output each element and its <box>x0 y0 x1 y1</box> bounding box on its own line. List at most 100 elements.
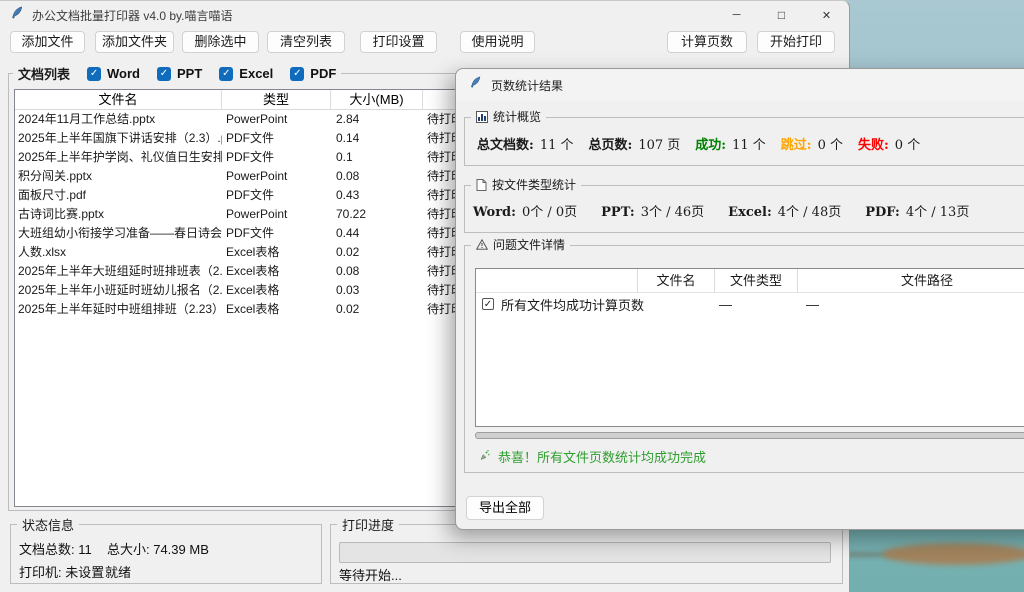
file-size: 2.84 <box>331 110 423 129</box>
column-header-filename[interactable]: 文件名 <box>15 90 222 109</box>
file-name: 2025年上半年延时中班组排班（2.23） <box>15 300 222 319</box>
bar-chart-icon <box>476 111 488 123</box>
stat-ppt: PPT:3个 / 46页 <box>601 201 704 220</box>
delete-selected-button[interactable]: 删除选中 <box>182 31 259 53</box>
problem-row-path: — <box>806 297 819 312</box>
stat-total-pages: 总页数:107 页 <box>589 134 681 153</box>
stat-skipped: 跳过:0 个 <box>781 134 843 153</box>
file-type: PDF文件 <box>222 148 331 167</box>
column-header-filepath[interactable]: 文件路径 <box>798 269 1024 293</box>
problem-row[interactable]: ✓ 所有文件均成功计算页数 — — <box>476 293 1024 315</box>
column-header-type[interactable]: 类型 <box>222 90 331 109</box>
excel-checkbox-checked-icon[interactable]: ✓ <box>219 67 233 81</box>
ppt-checkbox-checked-icon[interactable]: ✓ <box>157 67 171 81</box>
word-checkbox-checked-icon[interactable]: ✓ <box>87 67 101 81</box>
add-folder-button[interactable]: 添加文件夹 <box>95 31 174 53</box>
problem-files-title: 问题文件详情 <box>493 236 565 253</box>
print-settings-button[interactable]: 打印设置 <box>360 31 437 53</box>
stat-pdf: PDF:4个 / 13页 <box>865 201 969 220</box>
close-button[interactable]: ✕ <box>804 1 849 29</box>
column-header-filename[interactable]: 文件名 <box>638 269 715 293</box>
file-name: 人数.xlsx <box>15 243 222 262</box>
by-type-group-label: 按文件类型统计 <box>471 176 581 193</box>
overview-group-label: 统计概览 <box>471 108 546 125</box>
add-files-button[interactable]: 添加文件 <box>10 31 85 53</box>
problem-row-checkbox-checked-icon[interactable]: ✓ <box>482 298 494 310</box>
file-size: 0.03 <box>331 281 423 300</box>
overview-title: 统计概览 <box>493 108 541 125</box>
clear-list-button[interactable]: 清空列表 <box>267 31 345 53</box>
pdf-checkbox-checked-icon[interactable]: ✓ <box>290 67 304 81</box>
horizontal-scrollbar[interactable] <box>475 432 1024 439</box>
count-pages-button[interactable]: 计算页数 <box>667 31 747 53</box>
filter-ppt-label: PPT <box>177 66 202 81</box>
stat-excel: Excel:4个 / 48页 <box>728 201 841 220</box>
file-name: 2025年上半年国旗下讲话安排（2.3）.p <box>15 129 222 148</box>
success-message: 恭喜！所有文件页数统计均成功完成 <box>479 447 706 466</box>
file-type: Excel表格 <box>222 262 331 281</box>
problem-files-group: 问题文件详情 文件名 文件类型 文件路径 ✓ 所有文件均成功计算页数 — — 恭… <box>464 245 1024 473</box>
filter-word[interactable]: ✓ Word <box>87 66 140 81</box>
stat-failed: 失败:0 个 <box>858 134 920 153</box>
help-button[interactable]: 使用说明 <box>460 31 535 53</box>
file-size: 0.08 <box>331 262 423 281</box>
maximize-button[interactable]: □ <box>759 1 804 29</box>
overview-group: 统计概览 总文档数:11 个 总页数:107 页 成功:11 个 跳过:0 个 … <box>464 117 1024 166</box>
page-count-dialog: 页数统计结果 统计概览 总文档数:11 个 总页数:107 页 成功:11 个 … <box>455 68 1024 530</box>
stat-total-docs: 总文档数:11 个 <box>477 134 574 153</box>
printer-text: 打印机: 未设置 <box>19 562 104 581</box>
problem-files-group-label: 问题文件详情 <box>471 236 570 253</box>
document-list-group-label: 文档列表 ✓ Word ✓ PPT ✓ Excel ✓ PDF <box>13 64 341 83</box>
file-type: Excel表格 <box>222 281 331 300</box>
file-size: 0.02 <box>331 243 423 262</box>
document-icon <box>476 179 487 191</box>
problem-row-name: 所有文件均成功计算页数 <box>501 295 644 314</box>
dialog-title: 页数统计结果 <box>491 77 563 94</box>
print-progress-group: 打印进度 等待开始... <box>330 524 843 584</box>
filter-excel-label: Excel <box>239 66 273 81</box>
minimize-button[interactable]: ─ <box>714 1 759 29</box>
file-type: PowerPoint <box>222 110 331 129</box>
by-type-title: 按文件类型统计 <box>492 176 576 193</box>
celebrate-icon <box>479 449 491 464</box>
file-size: 0.08 <box>331 167 423 186</box>
wallpaper-reed-island <box>882 543 1024 565</box>
file-type: PDF文件 <box>222 224 331 243</box>
column-header-filetype[interactable]: 文件类型 <box>715 269 798 293</box>
file-name: 2025年上半年大班组延时班排班表（2.2 <box>15 262 222 281</box>
file-name: 古诗词比赛.pptx <box>15 205 222 224</box>
filter-excel[interactable]: ✓ Excel <box>219 66 273 81</box>
start-print-button[interactable]: 开始打印 <box>757 31 835 53</box>
problem-table-header: 文件名 文件类型 文件路径 <box>476 269 1024 293</box>
caption-buttons: ─ □ ✕ <box>714 1 849 29</box>
file-type: PowerPoint <box>222 205 331 224</box>
file-size: 0.44 <box>331 224 423 243</box>
file-name: 积分闯关.pptx <box>15 167 222 186</box>
column-header-tree[interactable] <box>476 269 638 293</box>
total-size-text: 总大小: 74.39 MB <box>107 539 209 558</box>
filter-ppt[interactable]: ✓ PPT <box>157 66 202 81</box>
doc-total-text: 文档总数: 11 <box>19 539 92 558</box>
filter-pdf-label: PDF <box>310 66 336 81</box>
file-name: 2025年上半年护学岗、礼仪值日生安排 <box>15 148 222 167</box>
document-list-title: 文档列表 <box>18 64 70 83</box>
filter-pdf[interactable]: ✓ PDF <box>290 66 336 81</box>
export-all-button[interactable]: 导出全部 <box>466 496 544 520</box>
print-progress-title: 打印进度 <box>337 515 399 534</box>
file-size: 0.02 <box>331 300 423 319</box>
column-header-size[interactable]: 大小(MB) <box>331 90 423 109</box>
progress-bar <box>339 542 831 563</box>
file-size: 0.1 <box>331 148 423 167</box>
stat-word: Word:0个 / 0页 <box>473 201 577 220</box>
file-name: 大班组幼小衔接学习准备——春日诗会诵 <box>15 224 222 243</box>
progress-status-text: 等待开始... <box>339 565 402 584</box>
status-info-title: 状态信息 <box>17 515 79 534</box>
dialog-titlebar: 页数统计结果 <box>456 69 1024 101</box>
dialog-feather-icon <box>469 76 482 94</box>
file-type: PDF文件 <box>222 129 331 148</box>
success-message-text: 恭喜！所有文件页数统计均成功完成 <box>498 447 706 466</box>
window-title: 办公文档批量打印器 v4.0 by.喵言喵语 <box>32 7 232 24</box>
file-size: 0.43 <box>331 186 423 205</box>
file-size: 0.14 <box>331 129 423 148</box>
file-type: Excel表格 <box>222 243 331 262</box>
